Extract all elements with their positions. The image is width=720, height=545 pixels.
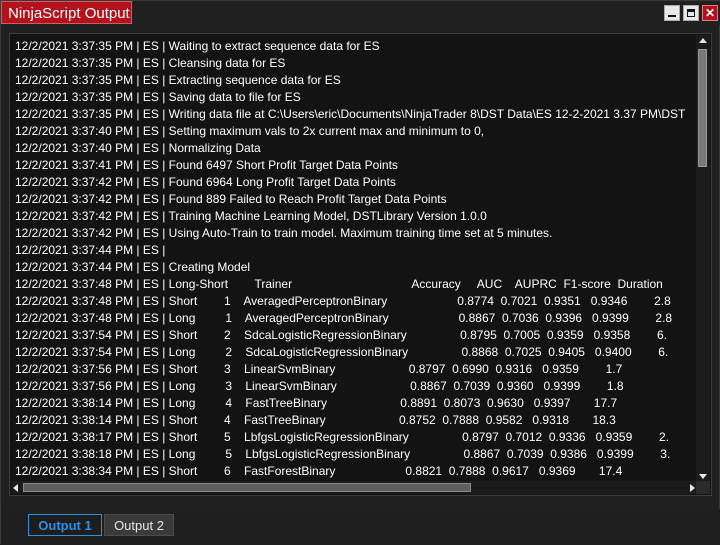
log-line: 12/2/2021 3:38:14 PM | ES | Short 4 Fast… — [15, 413, 616, 427]
output-tab-bar: Output 1 Output 2 — [1, 509, 720, 545]
maximize-icon — [687, 9, 695, 17]
close-button[interactable]: ✕ — [702, 5, 718, 21]
log-line: 12/2/2021 3:37:40 PM | ES | Setting maxi… — [15, 124, 485, 138]
log-line: 12/2/2021 3:38:17 PM | ES | Short 5 Lbfg… — [15, 430, 669, 444]
horizontal-scroll-thumb[interactable] — [23, 483, 471, 492]
log-line: 12/2/2021 3:37:56 PM | ES | Long 3 Linea… — [15, 379, 624, 393]
minimize-button[interactable] — [664, 5, 680, 21]
tab-output-2[interactable]: Output 2 — [104, 514, 174, 536]
window-title: NinjaScript Output — [1, 1, 132, 24]
log-line: 12/2/2021 3:37:56 PM | ES | Short 3 Line… — [15, 362, 623, 376]
log-line: 12/2/2021 3:37:48 PM | ES | Short 1 Aver… — [15, 294, 671, 308]
scroll-right-arrow-icon[interactable] — [690, 484, 695, 492]
log-line: 12/2/2021 3:37:42 PM | ES | Using Auto-T… — [15, 226, 553, 240]
log-line: 12/2/2021 3:37:42 PM | ES | Training Mac… — [15, 209, 487, 223]
log-line: 12/2/2021 3:38:34 PM | ES | Short 6 Fast… — [15, 464, 623, 478]
log-line: 12/2/2021 3:37:35 PM | ES | Waiting to e… — [15, 39, 380, 53]
log-line: 12/2/2021 3:37:44 PM | ES | — [15, 243, 169, 257]
log-line: 12/2/2021 3:37:35 PM | ES | Saving data … — [15, 90, 301, 104]
horizontal-scrollbar[interactable] — [11, 481, 697, 494]
vertical-scroll-thumb[interactable] — [698, 49, 707, 167]
log-line: 12/2/2021 3:37:48 PM | ES | Long-Short T… — [15, 277, 663, 291]
output-panel: 12/2/2021 3:37:35 PM | ES | Waiting to e… — [9, 33, 712, 496]
log-line: 12/2/2021 3:37:35 PM | ES | Writing data… — [15, 107, 686, 121]
log-line: 12/2/2021 3:37:35 PM | ES | Extracting s… — [15, 73, 341, 87]
log-line: 12/2/2021 3:38:18 PM | ES | Long 5 Lbfgs… — [15, 447, 671, 461]
title-bar[interactable]: NinjaScript Output ✕ — [1, 1, 720, 25]
minimize-icon — [668, 15, 676, 17]
scroll-down-arrow-icon[interactable] — [699, 474, 707, 479]
scroll-up-arrow-icon[interactable] — [699, 38, 707, 43]
output-log[interactable]: 12/2/2021 3:37:35 PM | ES | Waiting to e… — [15, 38, 695, 482]
log-line: 12/2/2021 3:38:14 PM | ES | Long 4 FastT… — [15, 396, 618, 410]
vertical-scrollbar[interactable] — [696, 35, 710, 481]
log-line: 12/2/2021 3:37:54 PM | ES | Short 2 Sdca… — [15, 328, 667, 342]
log-line: 12/2/2021 3:37:35 PM | ES | Cleansing da… — [15, 56, 286, 70]
ninjascript-output-window: NinjaScript Output ✕ 12/2/2021 3:37:35 P… — [0, 0, 720, 545]
log-line: 12/2/2021 3:37:40 PM | ES | Normalizing … — [15, 141, 261, 155]
log-line: 12/2/2021 3:37:48 PM | ES | Long 1 Avera… — [15, 311, 673, 325]
log-line: 12/2/2021 3:37:41 PM | ES | Found 6497 S… — [15, 158, 398, 172]
log-line: 12/2/2021 3:37:54 PM | ES | Long 2 SdcaL… — [15, 345, 669, 359]
maximize-button[interactable] — [683, 5, 699, 21]
log-line: 12/2/2021 3:37:44 PM | ES | Creating Mod… — [15, 260, 251, 274]
log-line: 12/2/2021 3:37:42 PM | ES | Found 6964 L… — [15, 175, 396, 189]
log-line: 12/2/2021 3:37:42 PM | ES | Found 889 Fa… — [15, 192, 447, 206]
tab-output-1[interactable]: Output 1 — [28, 514, 102, 536]
scroll-left-arrow-icon[interactable] — [13, 484, 18, 492]
close-icon: ✕ — [704, 6, 716, 20]
scrollbar-corner — [696, 481, 710, 494]
